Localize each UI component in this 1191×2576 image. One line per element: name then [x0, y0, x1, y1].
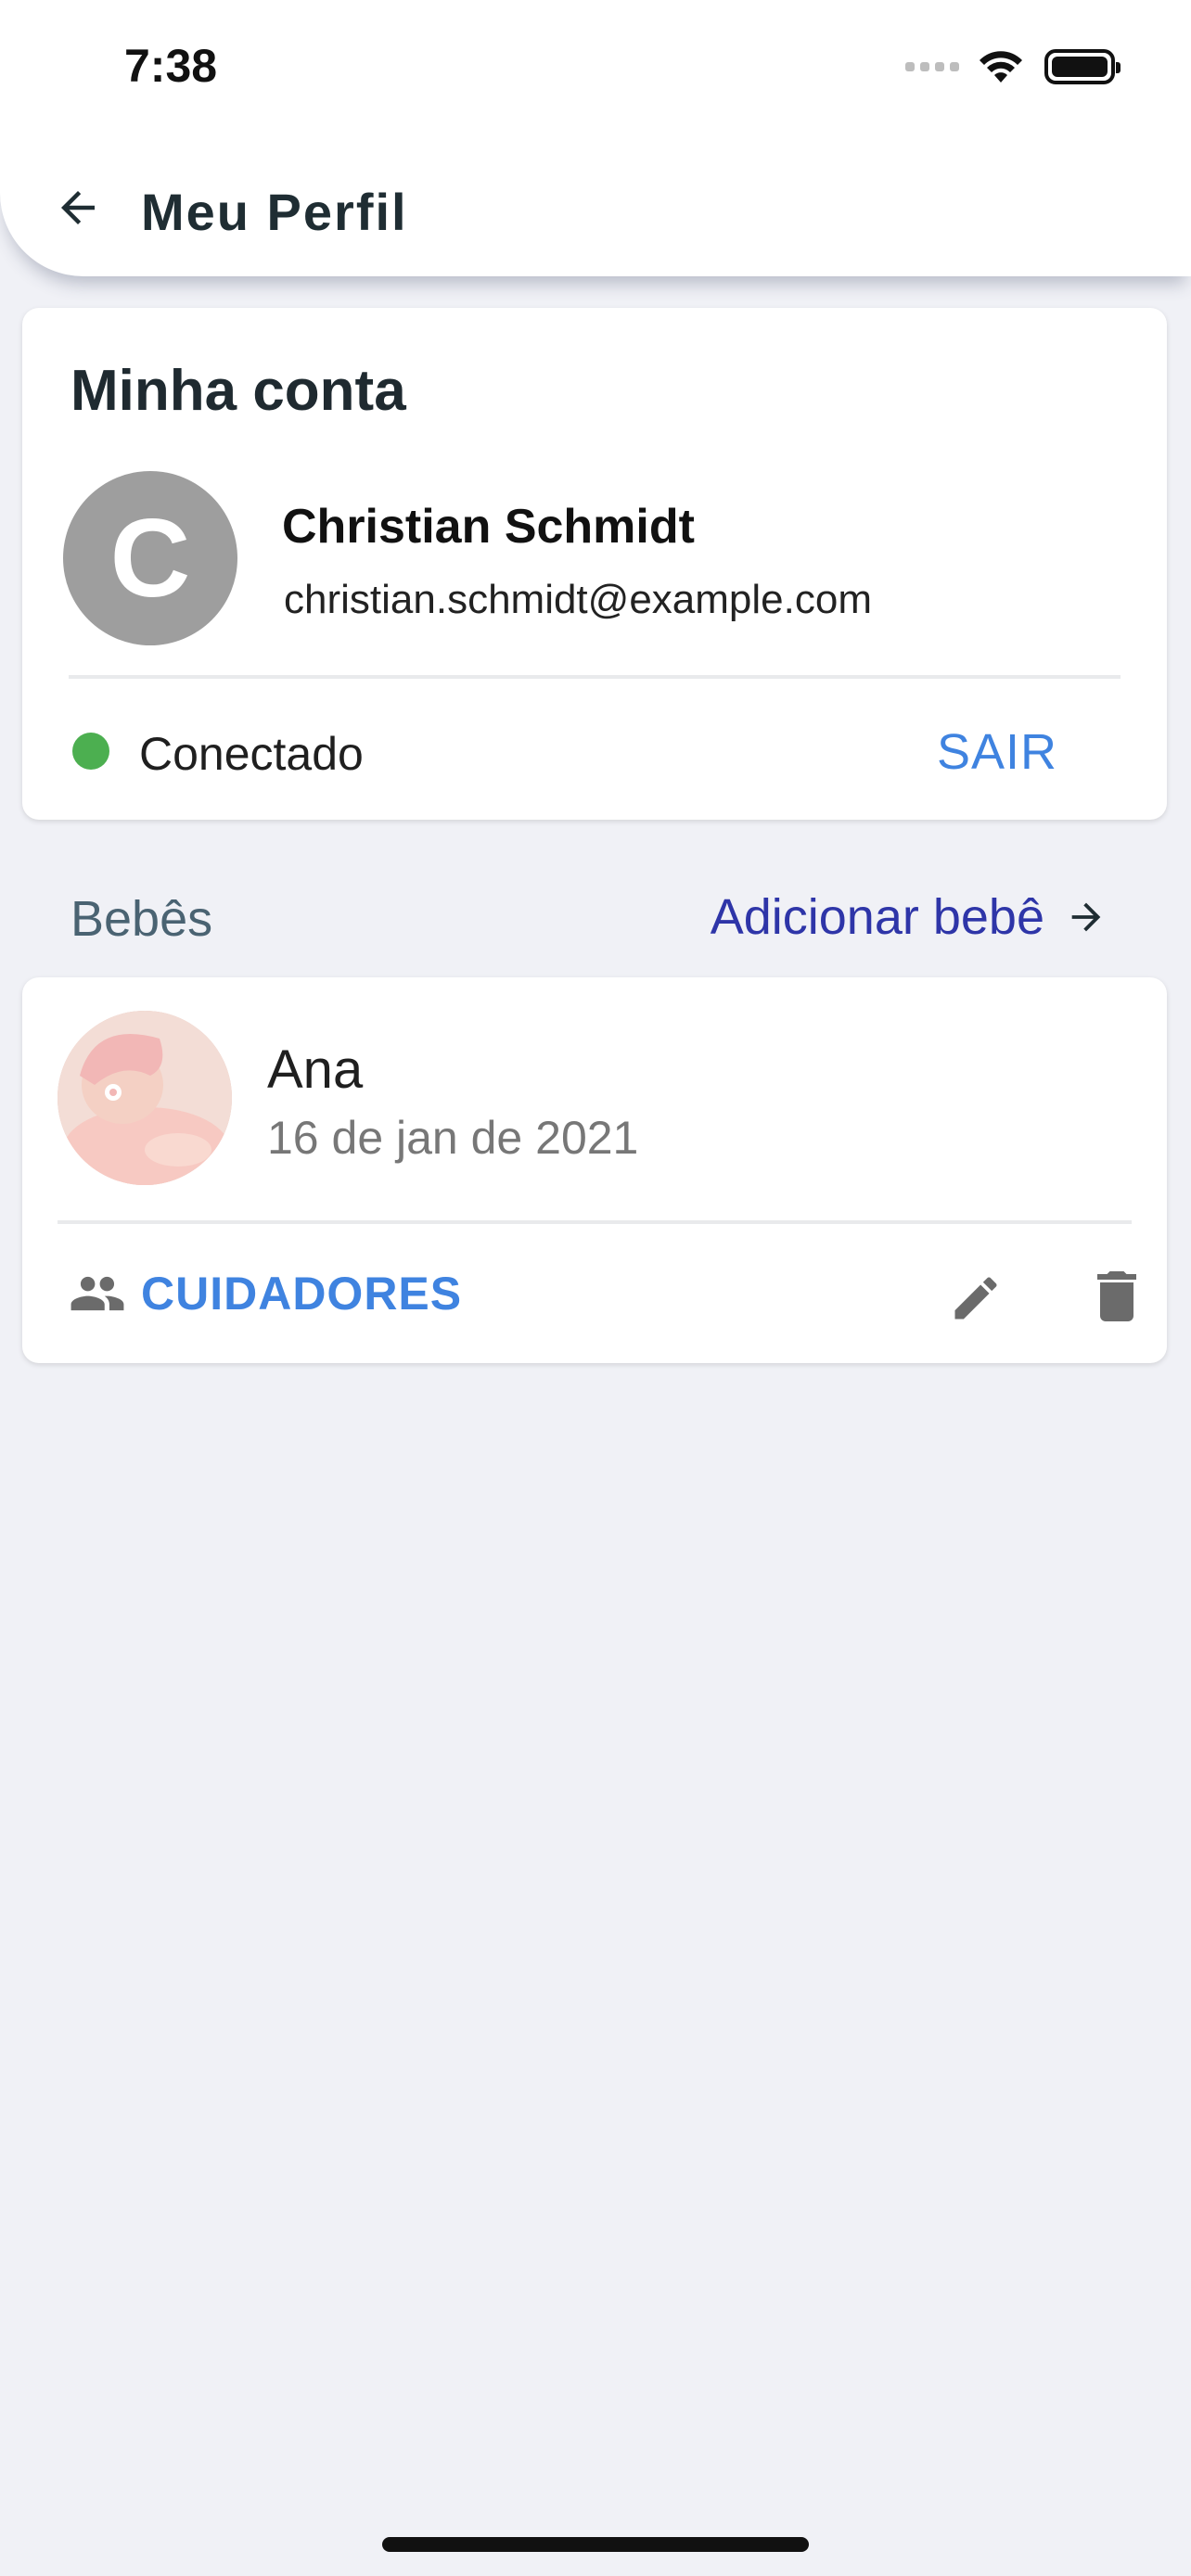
status-icons — [905, 46, 1121, 87]
status-time: 7:38 — [124, 40, 218, 92]
signal-icon — [905, 62, 959, 71]
arrow-right-icon — [1071, 902, 1101, 932]
baby-photo — [58, 1011, 232, 1185]
logout-button[interactable]: SAIR — [937, 723, 1057, 781]
connection-status: Conectado — [139, 728, 364, 780]
add-baby-label: Adicionar bebê — [710, 889, 1044, 945]
avatar: C — [63, 471, 237, 645]
edit-baby-button[interactable] — [948, 1270, 1004, 1326]
arrow-left-icon — [61, 191, 95, 224]
back-button[interactable] — [48, 178, 108, 237]
baby-birthdate: 16 de jan de 2021 — [267, 1112, 639, 1164]
avatar-letter: C — [109, 496, 191, 620]
home-indicator[interactable] — [382, 2537, 809, 2552]
user-email: christian.schmidt@example.com — [284, 577, 872, 622]
account-card: Minha conta C Christian Schmidt christia… — [22, 308, 1167, 820]
status-bar: 7:38 — [0, 0, 1191, 139]
caregivers-button[interactable]: CUIDADORES — [69, 1265, 462, 1322]
divider — [58, 1220, 1132, 1224]
trash-icon — [1097, 1271, 1136, 1321]
baby-name: Ana — [267, 1039, 364, 1100]
delete-baby-button[interactable] — [1095, 1269, 1139, 1324]
divider — [69, 675, 1121, 679]
babies-section-title: Bebês — [70, 891, 213, 947]
page-title: Meu Perfil — [141, 183, 408, 241]
connected-status-dot-icon — [72, 733, 109, 770]
pencil-icon — [954, 1277, 997, 1320]
app-bar: Meu Perfil — [0, 139, 1191, 276]
user-name: Christian Schmidt — [282, 500, 695, 554]
add-baby-button[interactable]: Adicionar bebê — [711, 888, 1108, 946]
account-section-title: Minha conta — [70, 359, 406, 423]
baby-card[interactable]: Ana 16 de jan de 2021 CUIDADORES — [22, 977, 1167, 1363]
caregivers-label: CUIDADORES — [141, 1268, 463, 1320]
wifi-icon — [980, 51, 1022, 83]
battery-icon — [1044, 49, 1121, 84]
people-icon — [70, 1276, 124, 1311]
